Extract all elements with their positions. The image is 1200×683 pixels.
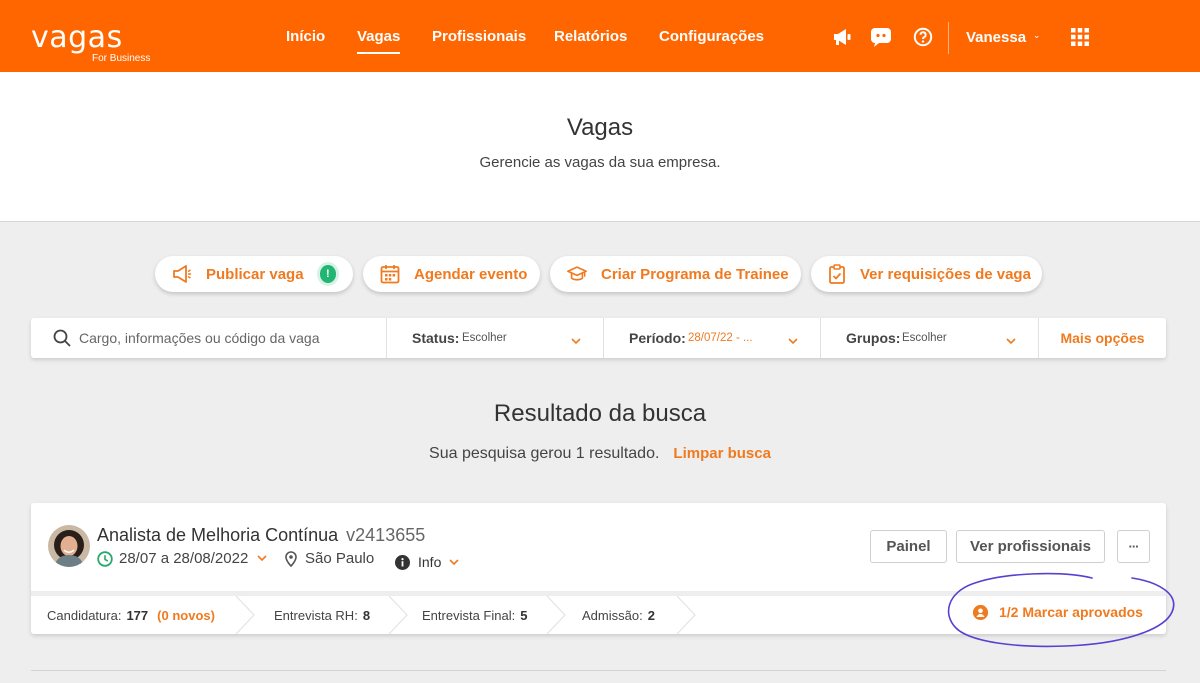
panel-button[interactable]: Painel xyxy=(870,530,947,563)
clipboard-icon xyxy=(828,264,846,284)
job-dates-text: 28/07 a 28/08/2022 xyxy=(119,550,249,567)
period-filter-value: 28/07/22 - ... xyxy=(688,332,753,344)
status-filter-label: Status: xyxy=(412,330,460,346)
create-trainee-program-button[interactable]: Criar Programa de Trainee xyxy=(550,256,801,292)
period-filter-label: Período: xyxy=(629,330,686,346)
more-actions-button[interactable]: ··· xyxy=(1117,530,1150,563)
groups-filter[interactable]: Grupos: Escolher xyxy=(820,318,1038,358)
job-card: Analista de Melhoria Contínua v2413655 28… xyxy=(31,503,1166,634)
publish-job-button[interactable]: Publicar vaga ! xyxy=(155,256,353,292)
stage-separator xyxy=(546,596,566,634)
chat-icon[interactable] xyxy=(870,26,892,48)
megaphone-icon[interactable] xyxy=(831,26,853,48)
more-options-button[interactable]: Mais opções xyxy=(1038,318,1166,358)
nav-item-vagas[interactable]: Vagas xyxy=(357,28,401,54)
nav-item-profissionais[interactable]: Profissionais xyxy=(432,28,526,45)
apps-grid-icon[interactable] xyxy=(1069,26,1091,48)
schedule-event-button[interactable]: Agendar evento xyxy=(363,256,540,292)
alert-badge: ! xyxy=(319,265,336,283)
chevron-down-icon xyxy=(1006,332,1016,350)
nav-item-inicio[interactable]: Início xyxy=(286,28,325,45)
results-title: Resultado da busca xyxy=(493,400,707,427)
user-menu[interactable]: Vanessa xyxy=(966,29,1026,46)
results-summary-line: Sua pesquisa gerou 1 resultado. Limpar bu… xyxy=(0,445,1200,463)
clear-search-link[interactable]: Limpar busca xyxy=(673,445,771,462)
info-icon xyxy=(395,554,410,570)
stage-label: Admissão: xyxy=(582,607,643,623)
period-filter[interactable]: Período: 28/07/22 - ... xyxy=(603,318,820,358)
chevron-down-icon xyxy=(788,332,798,350)
schedule-event-label: Agendar evento xyxy=(414,265,528,283)
stage-label: Entrevista RH: xyxy=(274,607,358,623)
stage-separator xyxy=(235,596,255,634)
view-professionals-button[interactable]: Ver profissionais xyxy=(956,530,1105,563)
top-navigation-bar: vagas For Business Início Vagas Profissi… xyxy=(0,0,1200,72)
mark-approved-label: 1/2 Marcar aprovados xyxy=(999,604,1143,620)
publish-job-label: Publicar vaga xyxy=(206,265,304,283)
job-info-label: Info xyxy=(418,554,442,570)
job-title-line: Analista de Melhoria Contínua v2413655 xyxy=(97,525,425,546)
megaphone-icon xyxy=(172,264,192,284)
groups-filter-label: Grupos: xyxy=(846,330,901,346)
stage-entrevista-final[interactable]: Entrevista Final: 5 xyxy=(422,596,527,634)
stage-label: Candidatura: xyxy=(47,607,122,623)
search-input[interactable] xyxy=(79,327,379,349)
calendar-icon xyxy=(380,264,400,284)
mark-approved-button[interactable]: 1/2 Marcar aprovados xyxy=(973,604,1143,620)
clock-icon xyxy=(97,550,113,567)
page-header: Vagas Gerencie as vagas da sua empresa. xyxy=(0,72,1200,222)
status-filter[interactable]: Status: Escolher xyxy=(386,318,603,358)
nav-item-relatorios[interactable]: Relatórios xyxy=(554,28,627,45)
job-info-toggle[interactable]: Info xyxy=(395,554,459,570)
stage-count: 5 xyxy=(520,607,528,623)
groups-filter-value: Escolher xyxy=(902,332,947,344)
search-filter-bar: Status: Escolher Período: 28/07/22 - ...… xyxy=(31,318,1166,358)
view-requisitions-button[interactable]: Ver requisições de vaga xyxy=(811,256,1042,292)
list-divider xyxy=(31,670,1166,671)
chevron-down-icon xyxy=(449,558,459,566)
stage-count: 2 xyxy=(647,607,655,623)
stage-entrevista-rh[interactable]: Entrevista RH: 8 xyxy=(274,596,370,634)
stage-count: 177 xyxy=(126,607,149,623)
results-summary: Sua pesquisa gerou 1 resultado. xyxy=(429,445,660,462)
chevron-down-icon xyxy=(571,332,581,350)
new-count: (0 novos) xyxy=(157,607,215,623)
avatar xyxy=(48,525,90,567)
stage-separator xyxy=(676,596,696,634)
job-dates[interactable]: 28/07 a 28/08/2022 xyxy=(97,550,267,567)
chevron-down-icon xyxy=(257,555,267,562)
user-circle-icon xyxy=(973,604,988,620)
stage-separator xyxy=(388,596,408,634)
nav-item-configuracoes[interactable]: Configurações xyxy=(659,28,764,45)
search-icon xyxy=(53,329,71,352)
help-icon[interactable] xyxy=(912,26,934,48)
graduation-cap-icon xyxy=(567,264,587,284)
stage-candidatura[interactable]: Candidatura: 177 (0 novos) xyxy=(47,596,215,634)
job-title[interactable]: Analista de Melhoria Contínua xyxy=(97,525,338,545)
chevron-down-icon[interactable]: ⌄ xyxy=(1033,30,1041,41)
job-code: v2413655 xyxy=(346,525,426,545)
job-location: São Paulo xyxy=(285,550,374,567)
stage-count: 8 xyxy=(362,607,371,623)
logo-text: vagas xyxy=(31,20,123,55)
page-title: Vagas xyxy=(566,114,634,141)
stage-admissao[interactable]: Admissão: 2 xyxy=(582,596,655,634)
header-divider xyxy=(948,22,949,54)
logo-subtitle: For Business xyxy=(92,53,151,64)
status-filter-value: Escolher xyxy=(462,332,507,344)
stage-label: Entrevista Final: xyxy=(422,607,516,623)
create-trainee-program-label: Criar Programa de Trainee xyxy=(601,265,789,283)
vagas-logo[interactable]: vagas For Business xyxy=(31,20,150,65)
view-requisitions-label: Ver requisições de vaga xyxy=(860,265,1031,283)
job-location-text: São Paulo xyxy=(305,550,375,567)
page-subtitle: Gerencie as vagas da sua empresa. xyxy=(479,154,721,171)
location-pin-icon xyxy=(285,550,297,567)
